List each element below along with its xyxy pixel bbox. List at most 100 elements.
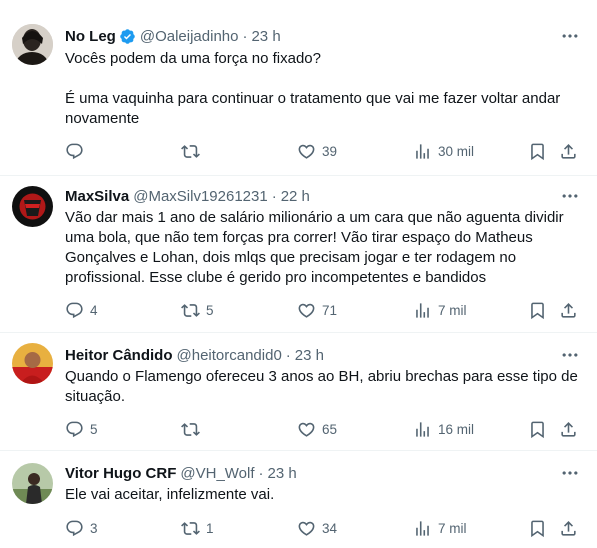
- retweet-button[interactable]: [181, 140, 206, 162]
- retweet-icon: [181, 519, 200, 538]
- reply-button[interactable]: [65, 140, 90, 162]
- reply-button[interactable]: 5: [65, 418, 98, 440]
- tweet-4[interactable]: Vitor Hugo CRF @VH_Wolf · 23 h Ele vai a…: [0, 451, 597, 548]
- tweet-actions: 5 65 16 mil: [65, 418, 585, 440]
- tweet-actions: 3 1 34 7 mil: [65, 517, 585, 539]
- tweet-1[interactable]: No Leg @Oaleijadinho · 23 h Vocês podem …: [0, 0, 597, 175]
- avatar[interactable]: [12, 463, 53, 504]
- share-button[interactable]: [559, 299, 578, 321]
- bookmark-icon: [528, 420, 547, 439]
- heart-icon: [297, 420, 316, 439]
- separator-dot: ·: [242, 27, 248, 45]
- author-name[interactable]: No Leg: [65, 28, 116, 45]
- like-count: 71: [322, 302, 338, 318]
- reply-icon: [65, 519, 84, 538]
- views-chart-icon: [413, 301, 432, 320]
- heart-icon: [297, 142, 316, 161]
- avatar-image: [12, 24, 53, 65]
- tweet-3[interactable]: Heitor Cândido @heitorcandid0 · 23 h Qua…: [0, 333, 597, 450]
- avatar[interactable]: [12, 343, 53, 384]
- separator-dot: ·: [271, 187, 277, 205]
- views-count: 16 mil: [438, 421, 475, 437]
- views-button[interactable]: 16 mil: [413, 418, 474, 440]
- share-button[interactable]: [559, 418, 578, 440]
- tweet-2[interactable]: MaxSilva @MaxSilv19261231 · 22 h Vão dar…: [0, 176, 597, 332]
- author-name[interactable]: MaxSilva: [65, 188, 129, 205]
- reply-icon: [65, 301, 84, 320]
- tweet-text-line: Quando o Flamengo ofereceu 3 anos ao BH,…: [65, 368, 578, 405]
- like-button[interactable]: 65: [297, 418, 337, 440]
- bookmark-button[interactable]: [528, 299, 547, 321]
- avatar-image: [12, 186, 53, 227]
- views-button[interactable]: 7 mil: [413, 299, 467, 321]
- timestamp[interactable]: 23 h: [295, 347, 324, 364]
- views-chart-icon: [413, 420, 432, 439]
- timestamp[interactable]: 23 h: [251, 28, 280, 45]
- retweet-icon: [181, 420, 200, 439]
- more-options-icon[interactable]: [559, 186, 581, 206]
- timestamp[interactable]: 23 h: [268, 465, 297, 482]
- reply-icon: [65, 420, 84, 439]
- retweet-icon: [181, 301, 200, 320]
- heart-icon: [297, 301, 316, 320]
- author-handle[interactable]: @MaxSilv19261231: [133, 188, 267, 205]
- separator-dot: ·: [285, 346, 291, 364]
- author-handle[interactable]: @Oaleijadinho: [140, 28, 239, 45]
- views-count: 7 mil: [438, 302, 467, 318]
- share-icon: [559, 519, 578, 538]
- reply-icon: [65, 142, 84, 161]
- tweet-text: Quando o Flamengo ofereceu 3 anos ao BH,…: [65, 367, 580, 407]
- avatar[interactable]: [12, 186, 53, 227]
- reply-button[interactable]: 4: [65, 299, 98, 321]
- reply-count: 4: [90, 302, 98, 318]
- tweet-header: MaxSilva @MaxSilv19261231 · 22 h: [65, 186, 310, 206]
- bookmark-icon: [528, 519, 547, 538]
- reply-count: 5: [90, 421, 98, 437]
- like-button[interactable]: 71: [297, 299, 337, 321]
- views-count: 7 mil: [438, 520, 467, 536]
- tweet-header: Heitor Cândido @heitorcandid0 · 23 h: [65, 345, 324, 365]
- tweet-actions: 39 30 mil: [65, 140, 585, 162]
- tweet-text: Ele vai aceitar, infelizmente vai.: [65, 485, 580, 505]
- timestamp[interactable]: 22 h: [281, 188, 310, 205]
- author-name[interactable]: Heitor Cândido: [65, 347, 173, 364]
- more-options-icon[interactable]: [559, 463, 581, 483]
- like-button[interactable]: 34: [297, 517, 337, 539]
- share-icon: [559, 142, 578, 161]
- tweet-text-line: Ele vai aceitar, infelizmente vai.: [65, 486, 275, 503]
- like-button[interactable]: 39: [297, 140, 337, 162]
- bookmark-icon: [528, 142, 547, 161]
- retweet-icon: [181, 142, 200, 161]
- bookmark-button[interactable]: [528, 517, 547, 539]
- avatar[interactable]: [12, 24, 53, 65]
- views-button[interactable]: 30 mil: [413, 140, 474, 162]
- retweet-button[interactable]: [181, 418, 206, 440]
- retweet-count: 5: [206, 302, 214, 318]
- avatar-image: [12, 343, 53, 384]
- share-button[interactable]: [559, 517, 578, 539]
- share-icon: [559, 420, 578, 439]
- more-options-icon[interactable]: [559, 26, 581, 46]
- tweet-header: Vitor Hugo CRF @VH_Wolf · 23 h: [65, 463, 297, 483]
- views-button[interactable]: 7 mil: [413, 517, 467, 539]
- bookmark-button[interactable]: [528, 418, 547, 440]
- more-options-icon[interactable]: [559, 345, 581, 365]
- reply-button[interactable]: 3: [65, 517, 98, 539]
- share-button[interactable]: [559, 140, 578, 162]
- author-handle[interactable]: @heitorcandid0: [177, 347, 282, 364]
- author-handle[interactable]: @VH_Wolf: [180, 465, 254, 482]
- tweet-text-line: É uma vaquinha para continuar o tratamen…: [65, 90, 561, 127]
- avatar-image: [12, 463, 53, 504]
- retweet-button[interactable]: 5: [181, 299, 214, 321]
- bookmark-button[interactable]: [528, 140, 547, 162]
- separator-dot: ·: [258, 464, 264, 482]
- retweet-count: 1: [206, 520, 214, 536]
- author-name[interactable]: Vitor Hugo CRF: [65, 465, 176, 482]
- retweet-button[interactable]: 1: [181, 517, 214, 539]
- tweet-header: No Leg @Oaleijadinho · 23 h: [65, 26, 281, 46]
- views-count: 30 mil: [438, 143, 475, 159]
- tweet-text: Vão dar mais 1 ano de salário milionário…: [65, 208, 580, 288]
- like-count: 34: [322, 520, 338, 536]
- reply-count: 3: [90, 520, 98, 536]
- heart-icon: [297, 519, 316, 538]
